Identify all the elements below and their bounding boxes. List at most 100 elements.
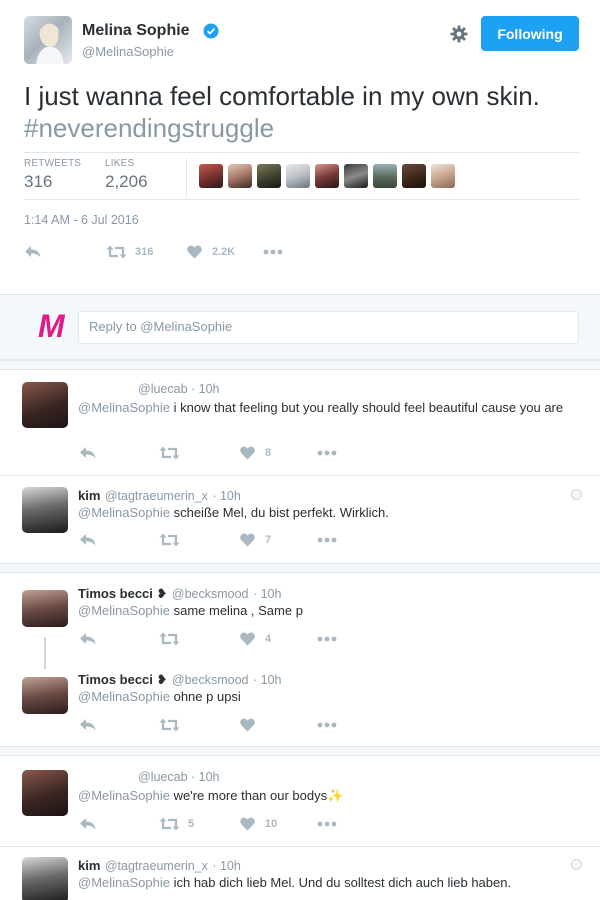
reply-input-placeholder: Reply to @MelinaSophie bbox=[89, 319, 233, 334]
reply-text: @MelinaSophie we're more than our bodys✨ bbox=[78, 787, 588, 805]
reply-mention[interactable]: @MelinaSophie bbox=[78, 603, 170, 618]
retweet-button[interactable] bbox=[159, 718, 180, 732]
like-button[interactable]: 7 bbox=[240, 533, 271, 547]
reply-avatar[interactable] bbox=[22, 857, 68, 900]
reply-icon[interactable] bbox=[79, 632, 97, 646]
liker-avatar[interactable] bbox=[431, 164, 455, 188]
reply-mention[interactable]: @MelinaSophie bbox=[78, 400, 170, 415]
retweet-button[interactable]: 316 bbox=[106, 245, 153, 259]
retweet-button[interactable] bbox=[159, 533, 180, 547]
heart-icon bbox=[240, 632, 255, 646]
like-count: 4 bbox=[265, 633, 272, 645]
more-dots-icon[interactable] bbox=[317, 722, 337, 728]
globe-icon bbox=[571, 489, 582, 500]
liker-avatar[interactable] bbox=[286, 164, 310, 188]
reply-text: @MelinaSophie scheiße Mel, du bist perfe… bbox=[78, 504, 588, 522]
reply-icon[interactable] bbox=[79, 533, 97, 547]
retweet-icon bbox=[106, 245, 127, 259]
retweet-count: 5 bbox=[188, 818, 195, 830]
like-button[interactable]: 8 bbox=[240, 446, 271, 460]
reply-icon[interactable] bbox=[79, 817, 97, 831]
like-count: 7 bbox=[265, 534, 272, 546]
reply-time[interactable]: · 10h bbox=[253, 673, 282, 687]
gear-icon[interactable] bbox=[450, 25, 468, 43]
more-dots-icon[interactable] bbox=[317, 537, 337, 543]
retweet-icon bbox=[159, 718, 180, 732]
liker-avatar[interactable] bbox=[228, 164, 252, 188]
liker-avatar[interactable] bbox=[402, 164, 426, 188]
retweet-icon bbox=[159, 817, 180, 831]
reply-handle[interactable]: @tagtraeumerin_x bbox=[105, 489, 208, 503]
reply-body: ich hab dich lieb Mel. Und du solltest d… bbox=[169, 875, 512, 890]
author-avatar[interactable] bbox=[24, 16, 72, 64]
likes-count[interactable]: 2,206 bbox=[105, 172, 148, 192]
like-button[interactable]: 4 bbox=[240, 632, 271, 646]
reply-time[interactable]: · 10h bbox=[191, 382, 220, 396]
likes-label: LIKES bbox=[105, 158, 135, 169]
author-name[interactable]: Melina Sophie bbox=[82, 22, 190, 40]
reply-avatar[interactable] bbox=[22, 770, 68, 816]
heart-icon bbox=[240, 446, 255, 460]
liker-avatar[interactable] bbox=[257, 164, 281, 188]
tweet-timestamp[interactable]: 1:14 AM - 6 Jul 2016 bbox=[24, 213, 139, 227]
reply-icon[interactable] bbox=[79, 718, 97, 732]
reply-time[interactable]: · 10h bbox=[212, 859, 241, 873]
reply-handle[interactable]: @luecab · 10h bbox=[138, 770, 220, 784]
liker-avatar[interactable] bbox=[373, 164, 397, 188]
reply-handle-text[interactable]: @luecab bbox=[138, 770, 188, 784]
retweet-button[interactable] bbox=[159, 446, 180, 460]
reply-handle[interactable]: @tagtraeumerin_x bbox=[105, 859, 208, 873]
reply-mention[interactable]: @MelinaSophie bbox=[78, 788, 170, 803]
reply-input[interactable]: Reply to @MelinaSophie bbox=[78, 311, 579, 344]
more-dots-icon[interactable] bbox=[317, 450, 337, 456]
liker-avatar[interactable] bbox=[199, 164, 223, 188]
reply-mention[interactable]: @MelinaSophie bbox=[78, 689, 170, 704]
reply-name[interactable]: Timos becci ❥ bbox=[78, 672, 167, 687]
like-button[interactable]: 10 bbox=[240, 817, 277, 831]
retweet-button[interactable] bbox=[159, 632, 180, 646]
liker-avatar[interactable] bbox=[315, 164, 339, 188]
reply-mention[interactable]: @MelinaSophie bbox=[78, 875, 170, 890]
reply-text: @MelinaSophie ich hab dich lieb Mel. Und… bbox=[78, 874, 588, 892]
tweet-text: I just wanna feel comfortable in my own … bbox=[24, 80, 584, 144]
more-dots-icon[interactable] bbox=[317, 821, 337, 827]
more-dots-icon[interactable] bbox=[263, 249, 283, 255]
sparkles-emoji: ✨ bbox=[327, 788, 344, 803]
reply-icon[interactable] bbox=[79, 446, 97, 460]
retweets-count[interactable]: 316 bbox=[24, 172, 52, 192]
reply-mention[interactable]: @MelinaSophie bbox=[78, 505, 170, 520]
reply-name[interactable]: kim bbox=[78, 858, 100, 873]
more-dots-icon[interactable] bbox=[317, 636, 337, 642]
reply-handle[interactable]: @luecab · 10h bbox=[138, 382, 220, 396]
author-handle[interactable]: @MelinaSophie bbox=[82, 44, 174, 59]
tweet-hashtag[interactable]: #neverendingstruggle bbox=[24, 113, 274, 143]
verified-badge-icon bbox=[203, 23, 219, 39]
reply-avatar[interactable] bbox=[22, 590, 68, 627]
reply-icon[interactable] bbox=[24, 245, 42, 259]
reply-body: we're more than our bodys bbox=[169, 788, 328, 803]
reply-time[interactable]: · 10h bbox=[253, 587, 282, 601]
reply-handle[interactable]: @becksmood bbox=[172, 673, 249, 687]
stats-separator bbox=[186, 158, 187, 198]
liker-avatar[interactable] bbox=[344, 164, 368, 188]
reply-name[interactable]: kim bbox=[78, 488, 100, 503]
reply-name[interactable]: Timos becci ❥ bbox=[78, 586, 167, 601]
reply-text: @MelinaSophie i know that feeling but yo… bbox=[78, 399, 588, 417]
following-button[interactable]: Following bbox=[481, 16, 579, 51]
retweet-button[interactable]: 5 bbox=[159, 817, 194, 831]
reply-handle[interactable]: @becksmood bbox=[172, 587, 249, 601]
reply-avatar[interactable] bbox=[22, 487, 68, 533]
reply-avatar[interactable] bbox=[22, 677, 68, 714]
brand-logo: M bbox=[38, 308, 65, 344]
reply-handle-text[interactable]: @luecab bbox=[138, 382, 188, 396]
like-button[interactable]: 2.2K bbox=[187, 245, 235, 259]
heart-icon bbox=[240, 817, 255, 831]
like-count: 2.2K bbox=[212, 246, 236, 258]
reply-text: @MelinaSophie ohne p upsi bbox=[78, 688, 588, 706]
reply-time[interactable]: · 10h bbox=[191, 770, 220, 784]
like-button[interactable] bbox=[240, 718, 255, 732]
heart-icon bbox=[187, 245, 202, 259]
reply-header: kim @tagtraeumerin_x · 10h bbox=[78, 487, 241, 505]
reply-time[interactable]: · 10h bbox=[212, 489, 241, 503]
reply-avatar[interactable] bbox=[22, 382, 68, 428]
